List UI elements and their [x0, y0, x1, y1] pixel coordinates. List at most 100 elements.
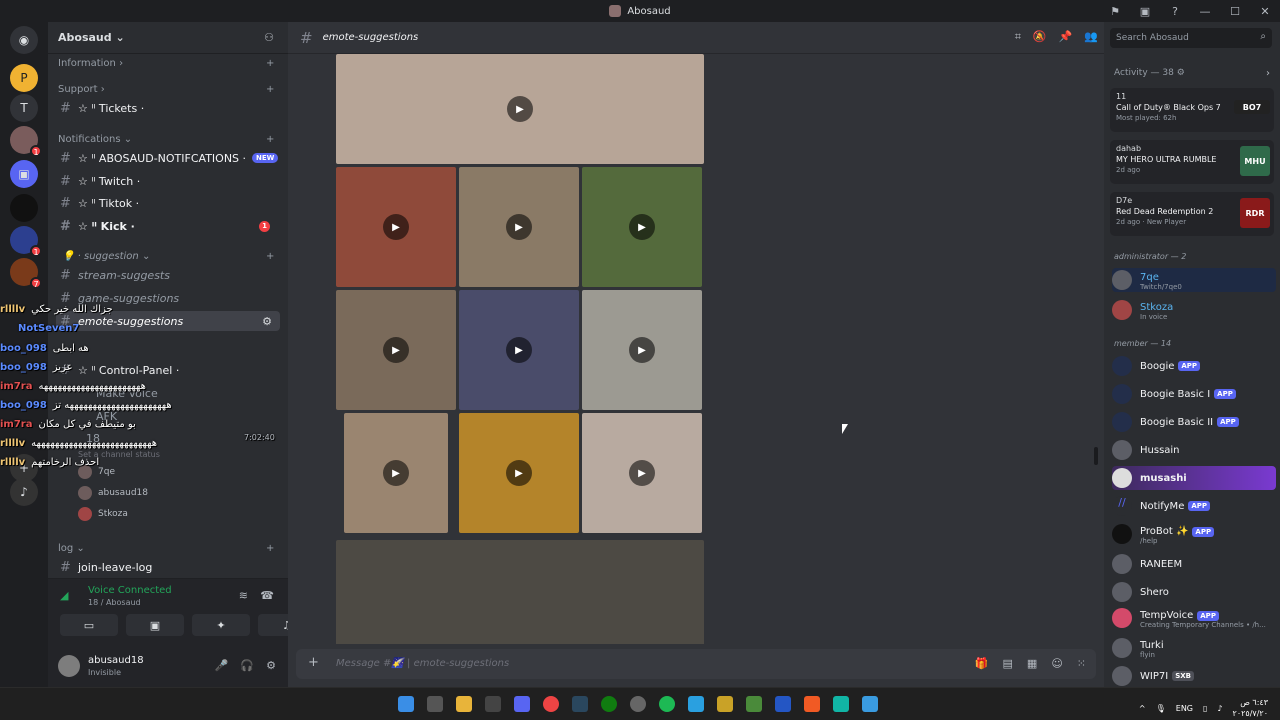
channel-kick[interactable]: # ☆ ᴵᴵ Kick · 1: [56, 216, 280, 236]
server-avatar-icon[interactable]: 1: [10, 126, 42, 157]
voice-channel-name[interactable]: 18 / Abosaud: [88, 598, 141, 607]
avatar[interactable]: [58, 655, 80, 677]
category-information[interactable]: Information › +: [58, 58, 274, 69]
chevron-right-icon[interactable]: ›: [1266, 68, 1270, 79]
windows-start-icon[interactable]: [398, 696, 414, 712]
add-channel-icon[interactable]: +: [266, 134, 274, 145]
sticker-icon[interactable]: ▦: [1027, 657, 1037, 670]
search-input[interactable]: Search Abosaud ⌕: [1110, 28, 1272, 48]
video-attachment[interactable]: ▶: [582, 413, 702, 533]
channel-stream-suggests[interactable]: # stream-suggests: [56, 265, 280, 285]
app-icon[interactable]: [833, 696, 849, 712]
add-channel-icon[interactable]: +: [266, 58, 274, 69]
member-hussain[interactable]: Hussain: [1112, 438, 1276, 462]
minimize-button[interactable]: —: [1190, 5, 1220, 18]
server-folder-icon[interactable]: ▣: [10, 160, 38, 188]
discord-taskbar-icon[interactable]: [514, 696, 530, 712]
attach-plus-icon[interactable]: +: [308, 655, 319, 670]
server-blue-icon[interactable]: 1: [10, 226, 42, 257]
disconnect-icon[interactable]: ☎: [260, 589, 274, 602]
member-stkoza[interactable]: Stkoza In voice: [1112, 298, 1276, 322]
voice-user-stkoza[interactable]: Stkoza: [78, 507, 128, 521]
activity-card[interactable]: D7e Red Dead Redemption 2 2d ago · New P…: [1110, 192, 1274, 236]
chrome-icon[interactable]: [543, 696, 559, 712]
xbox-icon[interactable]: [601, 696, 617, 712]
microphone-icon[interactable]: 🎤: [215, 659, 229, 672]
server-header[interactable]: Abosaud ⌄ ⚇: [48, 22, 288, 54]
user-name[interactable]: abusaud18: [88, 655, 144, 666]
screen-icon[interactable]: ▣: [1130, 5, 1160, 18]
gift-icon[interactable]: 🎁: [975, 657, 989, 670]
channel-abosaud-notifications[interactable]: # ☆ ᴵᴵ ABOSAUD-NOTIFCATIONS · NEW: [56, 148, 280, 168]
apps-icon[interactable]: ⁙: [1077, 657, 1086, 670]
message-input[interactable]: + Message #🌠 | emote-suggestions 🎁 ▤ ▦ ☺…: [296, 649, 1096, 679]
clock[interactable]: ٦:٤٣ ص ٢٠٢٥/٧/٢٠: [1233, 697, 1268, 719]
video-attachment[interactable]: ▶: [582, 167, 702, 287]
threads-icon[interactable]: ⌗: [1015, 30, 1021, 44]
member-7qe[interactable]: 7qe Twitch/7qe0: [1112, 268, 1276, 292]
pin-icon[interactable]: 📌: [1059, 30, 1073, 44]
play-icon[interactable]: ▶: [629, 214, 655, 240]
app-icon[interactable]: [746, 696, 762, 712]
play-icon[interactable]: ▶: [383, 214, 409, 240]
play-icon[interactable]: ▶: [506, 337, 532, 363]
category-suggestion[interactable]: 💡 · suggestion ⌄ +: [62, 251, 274, 262]
obs-icon[interactable]: [630, 696, 646, 712]
video-attachment[interactable]: [336, 540, 704, 644]
video-attachment[interactable]: ▶: [459, 413, 579, 533]
app-icon[interactable]: [688, 696, 704, 712]
video-attachment[interactable]: ▶: [336, 290, 456, 410]
app-icon[interactable]: [775, 696, 791, 712]
category-notifications[interactable]: Notifications ⌄ +: [58, 134, 274, 145]
search-taskbar-icon[interactable]: [427, 696, 443, 712]
member-boogie[interactable]: Boogie APP: [1112, 354, 1276, 378]
maximize-button[interactable]: ☐: [1220, 5, 1250, 18]
voice-user-abusaud18[interactable]: abusaud18: [78, 486, 148, 500]
volume-icon[interactable]: ♪: [1217, 704, 1222, 713]
camera-button[interactable]: ▭: [60, 614, 118, 636]
member-wip7i[interactable]: WIP7I SXB: [1112, 664, 1276, 688]
settings-gear-icon[interactable]: ⚙: [266, 659, 276, 672]
notifications-icon[interactable]: 🔕: [1033, 30, 1047, 44]
network-icon[interactable]: ▯: [1203, 704, 1207, 713]
gif-icon[interactable]: ▤: [1003, 657, 1013, 670]
server-dark-icon[interactable]: [10, 194, 38, 222]
microphone-tray-icon[interactable]: 🎙: [1156, 704, 1166, 713]
member-list-icon[interactable]: 👥: [1084, 30, 1098, 44]
voice-status[interactable]: Voice Connected: [88, 585, 172, 596]
play-icon[interactable]: ▶: [383, 337, 409, 363]
noise-suppression-icon[interactable]: ≋: [239, 589, 248, 602]
server-t-icon[interactable]: T: [10, 94, 38, 122]
activities-button[interactable]: ✦: [192, 614, 250, 636]
video-attachment[interactable]: ▶: [582, 290, 702, 410]
member-boogie-basic-i[interactable]: Boogie Basic I APP: [1112, 382, 1276, 406]
settings-gear-icon[interactable]: ⚙: [262, 315, 272, 328]
video-attachment[interactable]: ▶: [459, 290, 579, 410]
member-raneem[interactable]: RANEEM: [1112, 552, 1276, 576]
channel-control-panel[interactable]: # ☆ ᴵᴵ Control-Panel ·: [56, 360, 280, 380]
app-icon[interactable]: [862, 696, 878, 712]
channel-join-leave-log[interactable]: # join-leave-log: [56, 557, 280, 577]
spotify-icon[interactable]: [659, 696, 675, 712]
play-icon[interactable]: ▶: [506, 460, 532, 486]
screen-share-button[interactable]: ▣: [126, 614, 184, 636]
app-icon[interactable]: [485, 696, 501, 712]
channel-tiktok[interactable]: # ☆ ᴵᴵ Tiktok ·: [56, 193, 280, 213]
member-tempvoice[interactable]: TempVoice APP Creating Temporary Channels …: [1112, 606, 1276, 630]
invite-icon[interactable]: ⚇: [264, 31, 274, 44]
video-attachment[interactable]: ▶: [459, 167, 579, 287]
emoji-icon[interactable]: ☺: [1051, 657, 1062, 670]
member-notifyme[interactable]: // NotifyMe APP: [1112, 494, 1276, 518]
play-icon[interactable]: ▶: [383, 460, 409, 486]
video-attachment[interactable]: ▶: [344, 413, 448, 533]
discord-logo-icon[interactable]: ◉: [10, 26, 38, 54]
help-icon[interactable]: ?: [1160, 5, 1190, 18]
close-button[interactable]: ✕: [1250, 5, 1280, 18]
category-support[interactable]: Support › +: [58, 84, 274, 95]
steam-icon[interactable]: [572, 696, 588, 712]
member-musashi[interactable]: musashi: [1112, 466, 1276, 490]
brave-icon[interactable]: [804, 696, 820, 712]
play-icon[interactable]: ▶: [507, 96, 533, 122]
tiktok-icon[interactable]: ♪: [10, 478, 38, 506]
tray-chevron-icon[interactable]: ^: [1139, 704, 1146, 713]
